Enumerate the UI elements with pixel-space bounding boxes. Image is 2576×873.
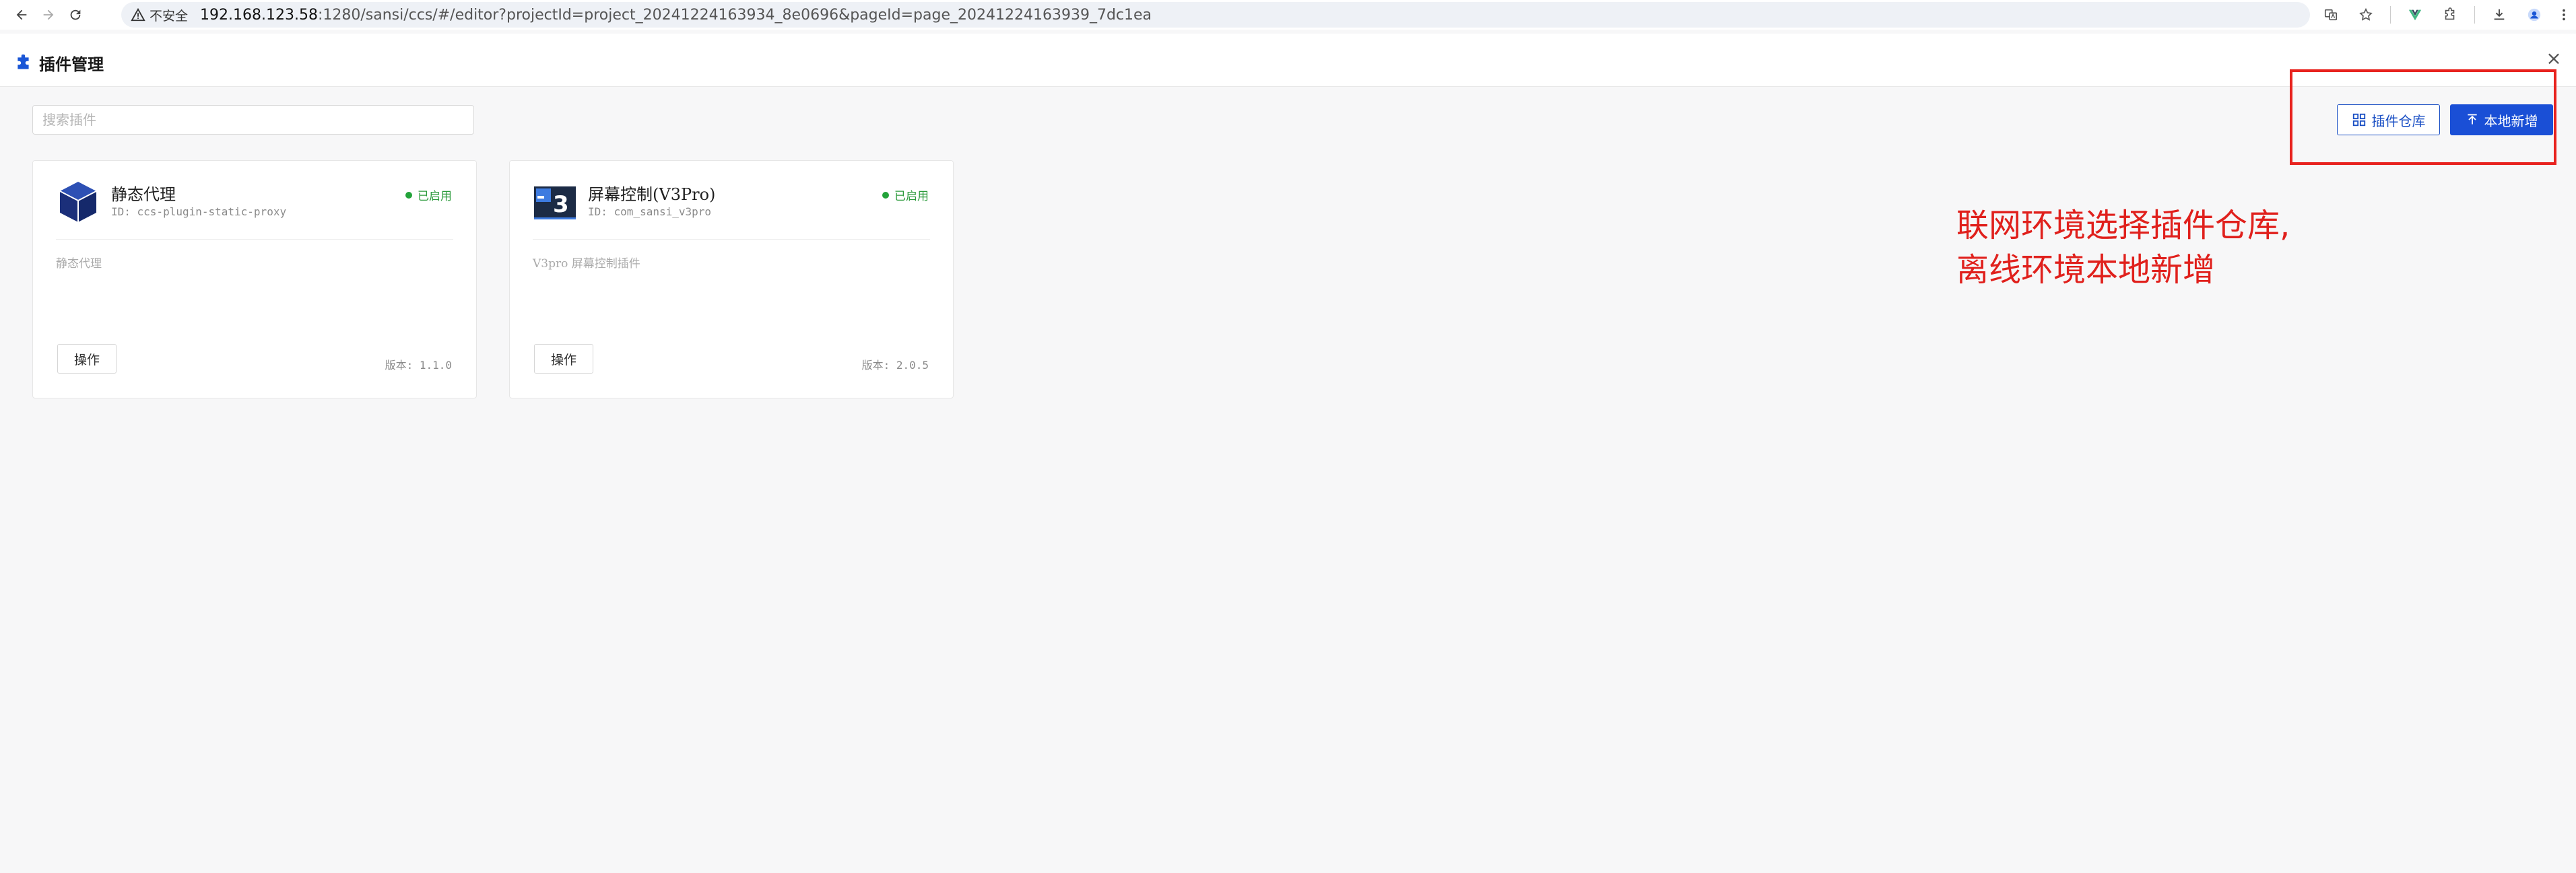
kebab-menu-icon [2563, 9, 2565, 21]
annotation-note: 联网环境选择插件仓库, 离线环境本地新增 [1956, 203, 2334, 292]
star-icon [2359, 7, 2373, 21]
plugin-manager-header: 插件管理 × [0, 34, 2576, 87]
annotation-line-1: 联网环境选择插件仓库, [1956, 207, 2290, 244]
translate-icon [2324, 9, 2338, 21]
plugin-action-button[interactable]: 操作 [534, 344, 593, 374]
v3-screen-icon: 3 [534, 186, 576, 219]
toolbar-separator [2390, 6, 2391, 24]
status-label: 已启用 [894, 190, 929, 203]
plugin-version: 版本: 2.0.5 [861, 359, 929, 372]
browser-toolbar: 不安全 192.168.123.58:1280/sansi/ccs/#/edit… [0, 0, 2576, 30]
status-label: 已启用 [418, 190, 452, 203]
browser-menu-button[interactable] [2552, 1, 2576, 28]
url-host: 192.168.123.58 [200, 6, 318, 24]
plugin-id: ID: com_sansi_v3pro [588, 205, 712, 218]
page-title-text: 插件管理 [39, 55, 104, 74]
status-dot [405, 191, 412, 199]
url-path: :1280/sansi/ccs/#/editor?projectId=proje… [317, 6, 1152, 24]
plugin-version: 版本: 1.1.0 [385, 359, 452, 372]
local-add-label: 本地新增 [2484, 112, 2538, 129]
arrow-right-icon [43, 9, 54, 20]
annotation-line-2: 离线环境本地新增 [1956, 251, 2216, 289]
plugin-name: 静态代理 [111, 185, 176, 204]
close-icon[interactable]: × [2544, 48, 2564, 69]
arrow-left-icon [16, 9, 27, 20]
address-bar[interactable]: 不安全 192.168.123.58:1280/sansi/ccs/#/edit… [121, 2, 2310, 28]
avatar-icon [2528, 8, 2541, 22]
cube-icon [59, 182, 97, 222]
plugin-name: 屏幕控制(V3Pro) [588, 185, 716, 204]
plugin-card: 3 屏幕控制(V3Pro) ID: com_sansi_v3pro 已启用 V3… [509, 160, 954, 398]
puzzle-icon [18, 54, 29, 69]
reload-icon [70, 9, 81, 20]
local-add-button[interactable]: 本地新增 [2450, 104, 2553, 135]
vue-devtools-extension[interactable] [2398, 1, 2433, 28]
status-badge: 已启用 [405, 186, 452, 203]
vue-icon [2408, 9, 2422, 21]
extensions-button[interactable] [2433, 1, 2468, 28]
translate-button[interactable] [2313, 1, 2348, 28]
plugin-repository-label: 插件仓库 [2371, 112, 2426, 129]
grid-icon [2352, 113, 2365, 127]
search-input[interactable] [32, 105, 474, 135]
downloads-button[interactable] [2482, 1, 2517, 28]
warning-icon [131, 7, 145, 22]
status-dot [882, 191, 889, 199]
plugin-description: V3pro 屏幕控制插件 [533, 257, 640, 271]
reload-button[interactable] [62, 1, 89, 28]
card-divider [56, 239, 453, 240]
bookmark-button[interactable] [2348, 1, 2383, 28]
download-icon [2494, 9, 2505, 20]
plugin-repository-button[interactable]: 插件仓库 [2337, 104, 2440, 135]
security-indicator[interactable]: 不安全 [131, 6, 188, 24]
plugin-card: 静态代理 ID: ccs-plugin-static-proxy 已启用 静态代… [32, 160, 477, 398]
page-title: 插件管理 [15, 51, 104, 75]
security-label: 不安全 [150, 8, 189, 24]
plugin-id: ID: ccs-plugin-static-proxy [111, 205, 287, 218]
svg-text:3: 3 [553, 191, 569, 218]
back-button[interactable] [8, 1, 35, 28]
url-text[interactable]: 192.168.123.58:1280/sansi/ccs/#/editor?p… [200, 7, 1152, 24]
upload-icon [2467, 114, 2477, 125]
card-divider [533, 239, 930, 240]
forward-button[interactable] [35, 1, 62, 28]
plugin-action-button[interactable]: 操作 [57, 344, 117, 374]
browser-actions [2313, 0, 2576, 30]
profile-button[interactable] [2517, 1, 2552, 28]
puzzle-icon [2445, 7, 2455, 20]
plugin-description: 静态代理 [56, 257, 102, 271]
status-badge: 已启用 [882, 186, 929, 203]
toolbar-separator-2 [2474, 6, 2475, 24]
